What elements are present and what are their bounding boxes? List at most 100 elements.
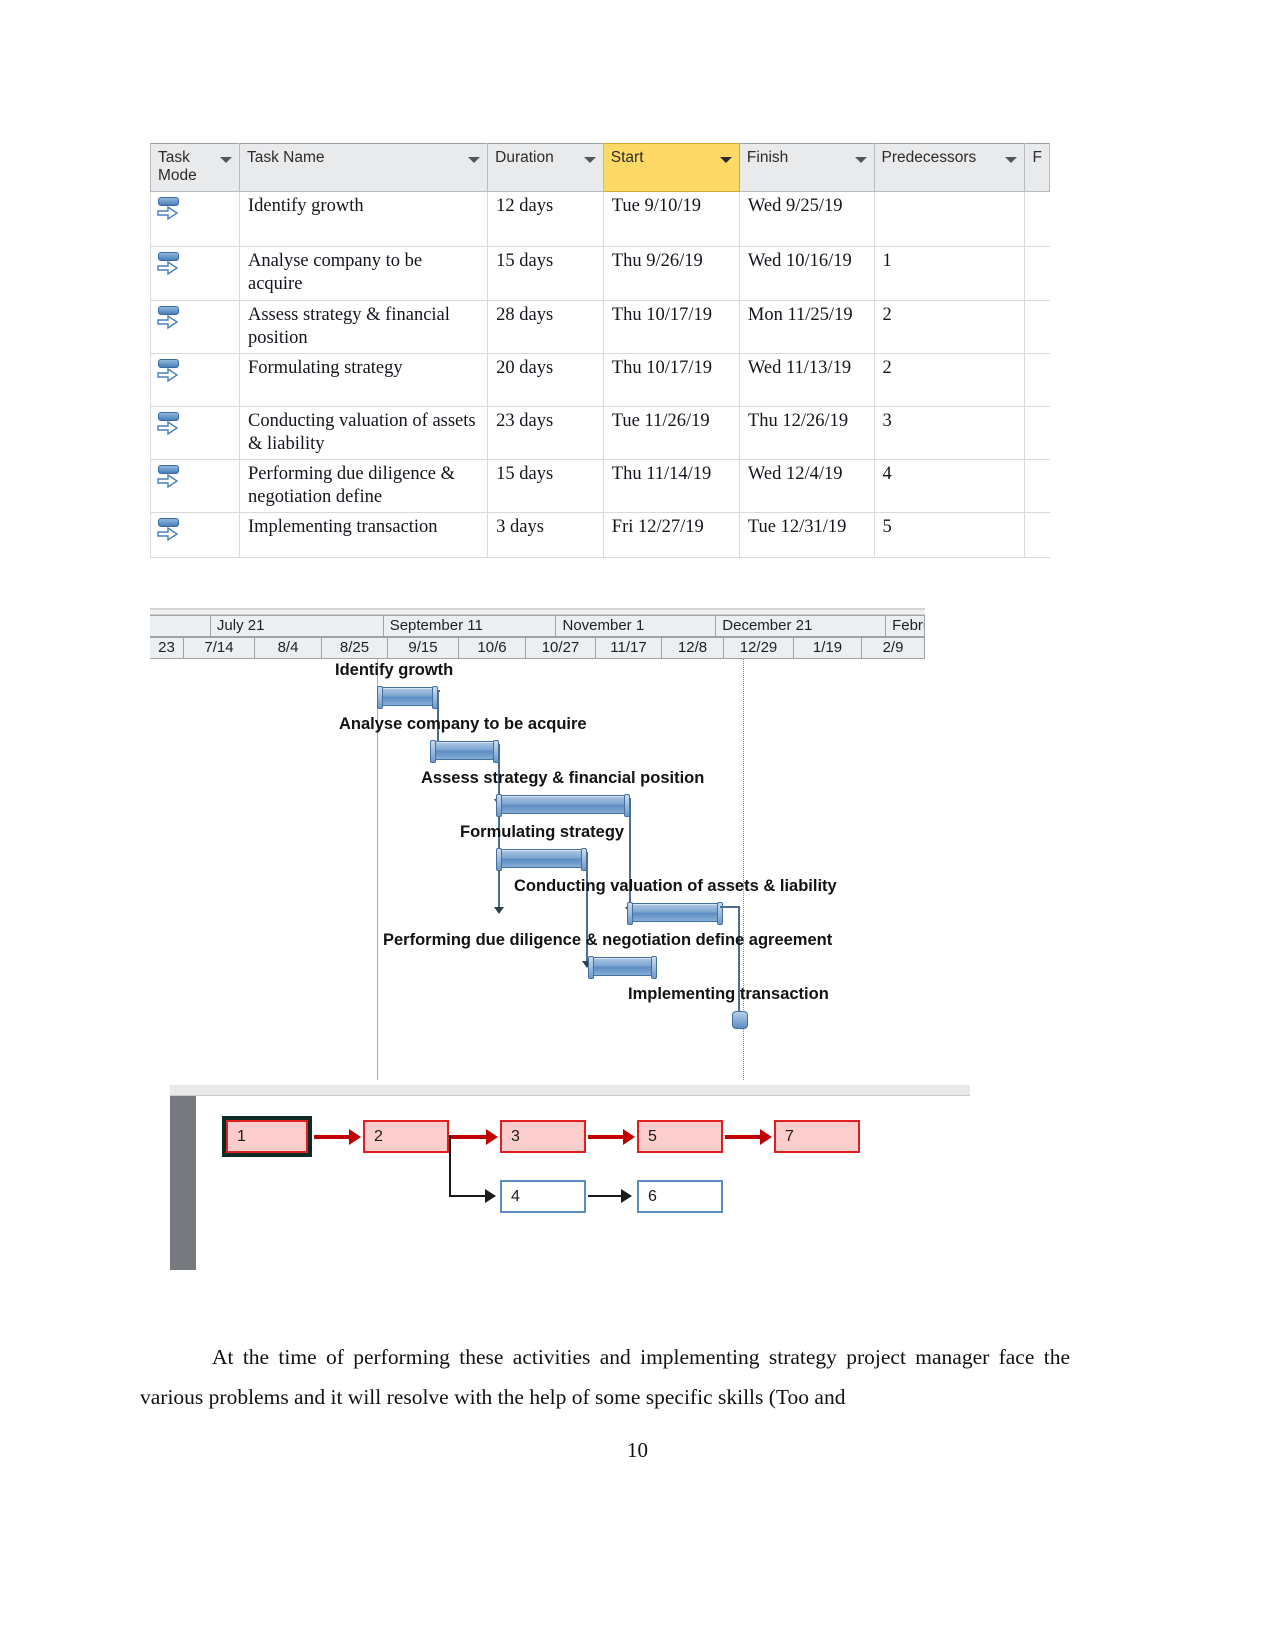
cell-finish[interactable]: Thu 12/26/19 xyxy=(738,406,875,460)
cell-partial xyxy=(1024,353,1050,407)
manually-scheduled-icon xyxy=(157,517,183,543)
chevron-down-icon[interactable] xyxy=(854,157,867,163)
cell-predecessors[interactable]: 2 xyxy=(873,353,1026,407)
cell-task-mode[interactable] xyxy=(150,191,240,247)
cell-duration[interactable]: 12 days xyxy=(487,191,604,247)
network-arrow xyxy=(725,1135,762,1139)
cell-finish[interactable]: Tue 12/31/19 xyxy=(738,512,875,558)
gantt-bar-label: Performing due diligence & negotiation d… xyxy=(383,931,833,949)
cell-start[interactable]: Tue 11/26/19 xyxy=(602,406,740,460)
chevron-down-icon[interactable] xyxy=(1005,157,1018,163)
network-arrow-head xyxy=(760,1129,772,1145)
cell-task-name[interactable]: Performing due diligence & negotiation d… xyxy=(238,459,489,513)
cell-finish[interactable]: Wed 9/25/19 xyxy=(738,191,875,247)
cell-start[interactable]: Fri 12/27/19 xyxy=(602,512,740,558)
cell-task-name[interactable]: Conducting valuation of assets & liabili… xyxy=(238,406,489,460)
cell-task-mode[interactable] xyxy=(150,459,240,513)
cell-predecessors[interactable]: 3 xyxy=(873,406,1026,460)
cell-task-name[interactable]: Formulating strategy xyxy=(238,353,489,407)
cell-finish[interactable]: Mon 11/25/19 xyxy=(738,300,875,354)
gantt-bar[interactable] xyxy=(377,686,438,709)
cell-finish[interactable]: Wed 12/4/19 xyxy=(738,459,875,513)
timeline-minor-cell: 10/6 xyxy=(459,637,526,659)
table-row[interactable]: Identify growth 12 days Tue 9/10/19 Wed … xyxy=(150,191,1050,247)
column-header-partial[interactable]: F xyxy=(1024,143,1050,192)
cell-task-mode[interactable] xyxy=(150,353,240,407)
network-node-1[interactable]: 1 xyxy=(226,1120,308,1153)
cell-task-mode[interactable] xyxy=(150,512,240,558)
cell-task-mode[interactable] xyxy=(150,246,240,301)
network-node-7[interactable]: 7 xyxy=(774,1120,860,1153)
network-arrow-head xyxy=(349,1129,361,1145)
column-header-duration[interactable]: Duration xyxy=(487,143,604,192)
table-row[interactable]: Conducting valuation of assets & liabili… xyxy=(150,406,1050,460)
timeline-minor-cell: 12/29 xyxy=(724,637,794,659)
cell-finish[interactable]: Wed 11/13/19 xyxy=(738,353,875,407)
chevron-down-icon[interactable] xyxy=(583,157,596,163)
cell-predecessors[interactable] xyxy=(873,191,1026,247)
chevron-down-icon[interactable] xyxy=(468,157,481,163)
cell-duration[interactable]: 15 days xyxy=(487,246,604,301)
cell-duration[interactable]: 23 days xyxy=(487,406,604,460)
manually-scheduled-icon xyxy=(157,358,183,384)
cell-partial xyxy=(1024,300,1050,354)
cell-task-name[interactable]: Assess strategy & financial position xyxy=(238,300,489,354)
column-header-start[interactable]: Start xyxy=(602,143,740,192)
cell-finish[interactable]: Wed 10/16/19 xyxy=(738,246,875,301)
cell-start[interactable]: Thu 10/17/19 xyxy=(602,300,740,354)
cell-start[interactable]: Thu 9/26/19 xyxy=(602,246,740,301)
cell-task-name[interactable]: Analyse company to be acquire xyxy=(238,246,489,301)
table-row[interactable]: Assess strategy & financial position 28 … xyxy=(150,300,1050,354)
network-arrow-head xyxy=(623,1129,635,1145)
table-row[interactable]: Performing due diligence & negotiation d… xyxy=(150,459,1050,513)
cell-predecessors[interactable]: 1 xyxy=(873,246,1026,301)
table-row[interactable]: Implementing transaction 3 days Fri 12/2… xyxy=(150,512,1050,558)
network-branch-line xyxy=(449,1195,487,1197)
column-header-predecessors[interactable]: Predecessors xyxy=(873,143,1026,192)
gantt-timeline-major: July 21 September 11 November 1 December… xyxy=(150,615,926,637)
cell-predecessors[interactable]: 2 xyxy=(873,300,1026,354)
timeline-major-cell: December 21 xyxy=(716,615,887,637)
cell-predecessors[interactable]: 5 xyxy=(873,512,1026,558)
chevron-down-icon[interactable] xyxy=(219,157,232,163)
column-header-task-name[interactable]: Task Name xyxy=(238,143,489,192)
network-node-5[interactable]: 5 xyxy=(637,1120,723,1153)
table-row[interactable]: Formulating strategy 20 days Thu 10/17/1… xyxy=(150,353,1050,407)
network-node-3[interactable]: 3 xyxy=(500,1120,586,1153)
cell-duration[interactable]: 15 days xyxy=(487,459,604,513)
cell-start[interactable]: Tue 9/10/19 xyxy=(602,191,740,247)
gantt-bar[interactable] xyxy=(496,794,630,817)
cell-task-mode[interactable] xyxy=(150,300,240,354)
manually-scheduled-icon xyxy=(157,305,183,331)
cell-start[interactable]: Thu 10/17/19 xyxy=(602,353,740,407)
column-header-task-mode[interactable]: Task Mode xyxy=(150,143,240,192)
cell-task-name[interactable]: Identify growth xyxy=(238,191,489,247)
cell-task-mode[interactable] xyxy=(150,406,240,460)
timeline-minor-cell: 8/25 xyxy=(322,637,388,659)
gantt-chart: July 21 September 11 November 1 December… xyxy=(150,608,926,1080)
network-node-6[interactable]: 6 xyxy=(637,1180,723,1213)
cell-duration[interactable]: 28 days xyxy=(487,300,604,354)
gantt-bar[interactable] xyxy=(430,740,499,763)
timeline-major-cell: July 21 xyxy=(210,615,384,637)
network-node-2[interactable]: 2 xyxy=(363,1120,449,1153)
cell-duration[interactable]: 20 days xyxy=(487,353,604,407)
gantt-milestone[interactable] xyxy=(732,1011,748,1029)
chevron-down-icon[interactable] xyxy=(719,157,732,163)
column-header-finish[interactable]: Finish xyxy=(738,143,875,192)
table-row[interactable]: Analyse company to be acquire 15 days Th… xyxy=(150,246,1050,301)
gantt-bar[interactable] xyxy=(496,848,587,871)
gantt-link-arrow xyxy=(494,907,504,914)
cell-duration[interactable]: 3 days xyxy=(487,512,604,558)
network-node-4[interactable]: 4 xyxy=(500,1180,586,1213)
cell-task-name[interactable]: Implementing transaction xyxy=(238,512,489,558)
gantt-bar[interactable] xyxy=(588,956,657,979)
column-label: Task Name xyxy=(246,149,325,166)
column-label: Finish xyxy=(746,149,789,166)
gantt-bar[interactable] xyxy=(627,902,723,925)
manually-scheduled-icon xyxy=(157,464,183,490)
network-branch-line xyxy=(449,1135,451,1197)
manually-scheduled-icon xyxy=(157,196,183,222)
cell-start[interactable]: Thu 11/14/19 xyxy=(602,459,740,513)
cell-predecessors[interactable]: 4 xyxy=(873,459,1026,513)
